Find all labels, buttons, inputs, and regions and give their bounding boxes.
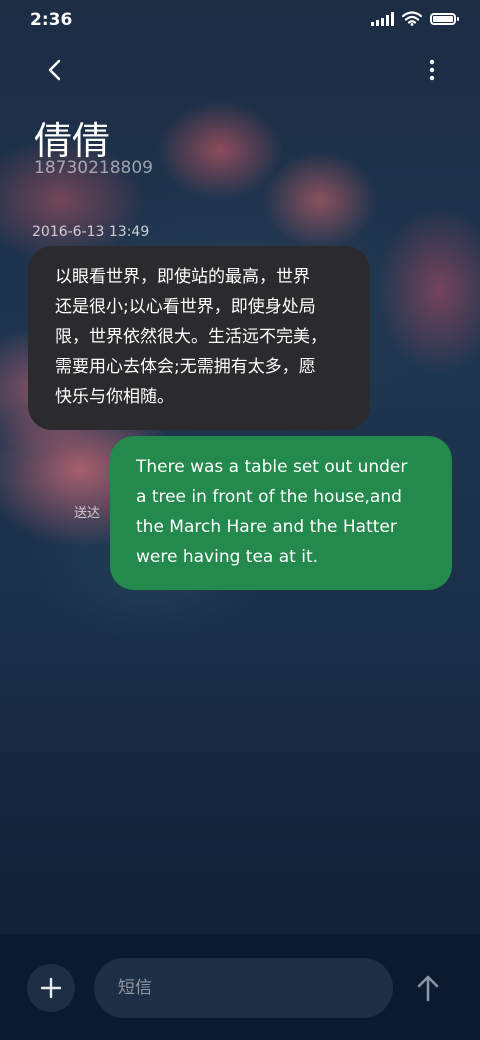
message-input[interactable] bbox=[94, 958, 393, 1018]
signal-icon bbox=[371, 11, 394, 26]
wifi-icon bbox=[402, 11, 422, 26]
status-bar: 2:36 bbox=[0, 0, 480, 40]
battery-icon bbox=[430, 12, 459, 25]
message-line: 限，世界依然很大。生活远不完美， bbox=[55, 327, 327, 347]
message-timestamp: 2016-6-13 13:49 bbox=[32, 224, 150, 240]
delivery-status: 送达 bbox=[74, 506, 101, 521]
message-line: 以眼看世界，即使站的最高，世界 bbox=[55, 267, 310, 287]
messaging-screen: 2:36 倩倩 18730218809 2016-6-13 13:49 以眼看世… bbox=[0, 0, 480, 1040]
outgoing-message-bubble[interactable]: There was a table set out under a tree i… bbox=[110, 436, 452, 590]
contact-name: 倩倩 bbox=[34, 119, 111, 163]
contact-number: 18730218809 bbox=[34, 158, 153, 178]
message-line: 快乐与你相随。 bbox=[55, 387, 174, 407]
back-button[interactable] bbox=[36, 52, 72, 88]
status-time: 2:36 bbox=[30, 10, 73, 30]
status-icons bbox=[371, 11, 459, 26]
message-line: a tree in front of the house,and bbox=[136, 487, 402, 507]
plus-icon bbox=[40, 977, 62, 999]
arrow-up-icon bbox=[417, 975, 439, 1002]
message-line: 还是很小;以心看世界，即使身处局 bbox=[55, 297, 316, 317]
more-options-button[interactable] bbox=[420, 52, 444, 88]
incoming-message-bubble[interactable]: 以眼看世界，即使站的最高，世界 还是很小;以心看世界，即使身处局 限，世界依然很… bbox=[28, 246, 370, 430]
message-line: 需要用心去体会;无需拥有太多，愿 bbox=[55, 357, 316, 377]
more-vertical-icon bbox=[429, 59, 435, 81]
send-button[interactable] bbox=[410, 968, 446, 1008]
message-line: the March Hare and the Hatter bbox=[136, 517, 397, 537]
message-line: were having tea at it. bbox=[136, 547, 319, 567]
add-attachment-button[interactable] bbox=[27, 964, 75, 1012]
message-line: There was a table set out under bbox=[136, 457, 408, 477]
back-arrow-icon bbox=[48, 59, 61, 81]
